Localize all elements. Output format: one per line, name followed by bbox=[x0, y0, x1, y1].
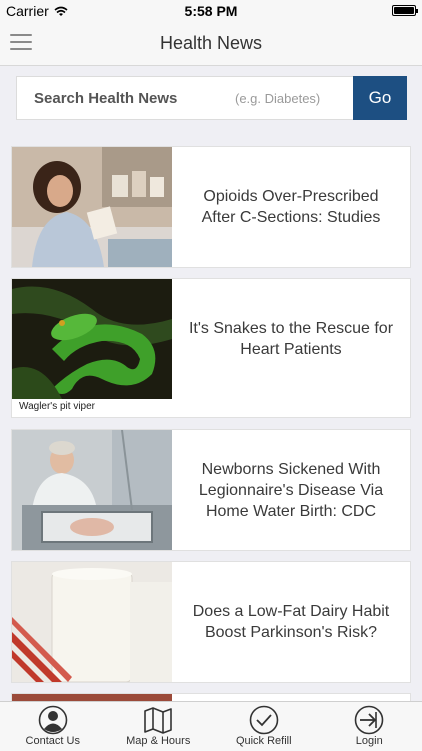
clock: 5:58 PM bbox=[0, 3, 422, 19]
tab-label: Map & Hours bbox=[106, 735, 212, 747]
tab-quick-refill[interactable]: Quick Refill bbox=[211, 702, 317, 751]
article-headline: Does a Low-Fat Dairy Habit Boost Parkins… bbox=[172, 562, 410, 682]
go-button[interactable]: Go bbox=[353, 76, 407, 120]
tab-contact-us[interactable]: Contact Us bbox=[0, 702, 106, 751]
article-card[interactable]: Newborns Sickened With Legionnaire's Dis… bbox=[11, 429, 411, 551]
article-thumbnail bbox=[12, 430, 172, 550]
article-thumbnail bbox=[12, 279, 172, 399]
tab-map-hours[interactable]: Map & Hours bbox=[106, 702, 212, 751]
status-bar: Carrier 5:58 PM bbox=[0, 0, 422, 22]
search-bar: Search Health News (e.g. Diabetes) Go bbox=[16, 76, 407, 120]
map-icon bbox=[143, 705, 173, 735]
search-hint: (e.g. Diabetes) bbox=[235, 91, 320, 106]
article-thumbnail bbox=[12, 562, 172, 682]
article-headline: Newborns Sickened With Legionnaire's Dis… bbox=[172, 430, 410, 550]
tab-label: Login bbox=[317, 735, 422, 747]
article-thumbnail bbox=[12, 147, 172, 267]
search-input[interactable]: Search Health News bbox=[34, 90, 177, 107]
article-card[interactable]: Does a Low-Fat Dairy Habit Boost Parkins… bbox=[11, 561, 411, 683]
battery-icon bbox=[392, 5, 416, 16]
article-card[interactable]: It's Snakes to the Rescue for Heart Pati… bbox=[11, 278, 411, 418]
login-icon bbox=[354, 705, 384, 735]
article-headline: It's Snakes to the Rescue for Heart Pati… bbox=[172, 279, 410, 399]
tab-login[interactable]: Login bbox=[317, 702, 422, 751]
tab-label: Contact Us bbox=[0, 735, 106, 747]
nav-bar: Health News bbox=[0, 22, 422, 66]
article-headline: Opioids Over-Prescribed After C-Sections… bbox=[172, 147, 410, 267]
page-title: Health News bbox=[0, 33, 422, 54]
article-card[interactable]: Opioids Over-Prescribed After C-Sections… bbox=[11, 146, 411, 268]
tab-bar: Contact Us Map & Hours Quick Refill Logi… bbox=[0, 701, 422, 751]
person-icon bbox=[38, 705, 68, 735]
tab-label: Quick Refill bbox=[211, 735, 317, 747]
check-circle-icon bbox=[249, 705, 279, 735]
image-caption: Wagler's pit viper bbox=[19, 401, 95, 412]
